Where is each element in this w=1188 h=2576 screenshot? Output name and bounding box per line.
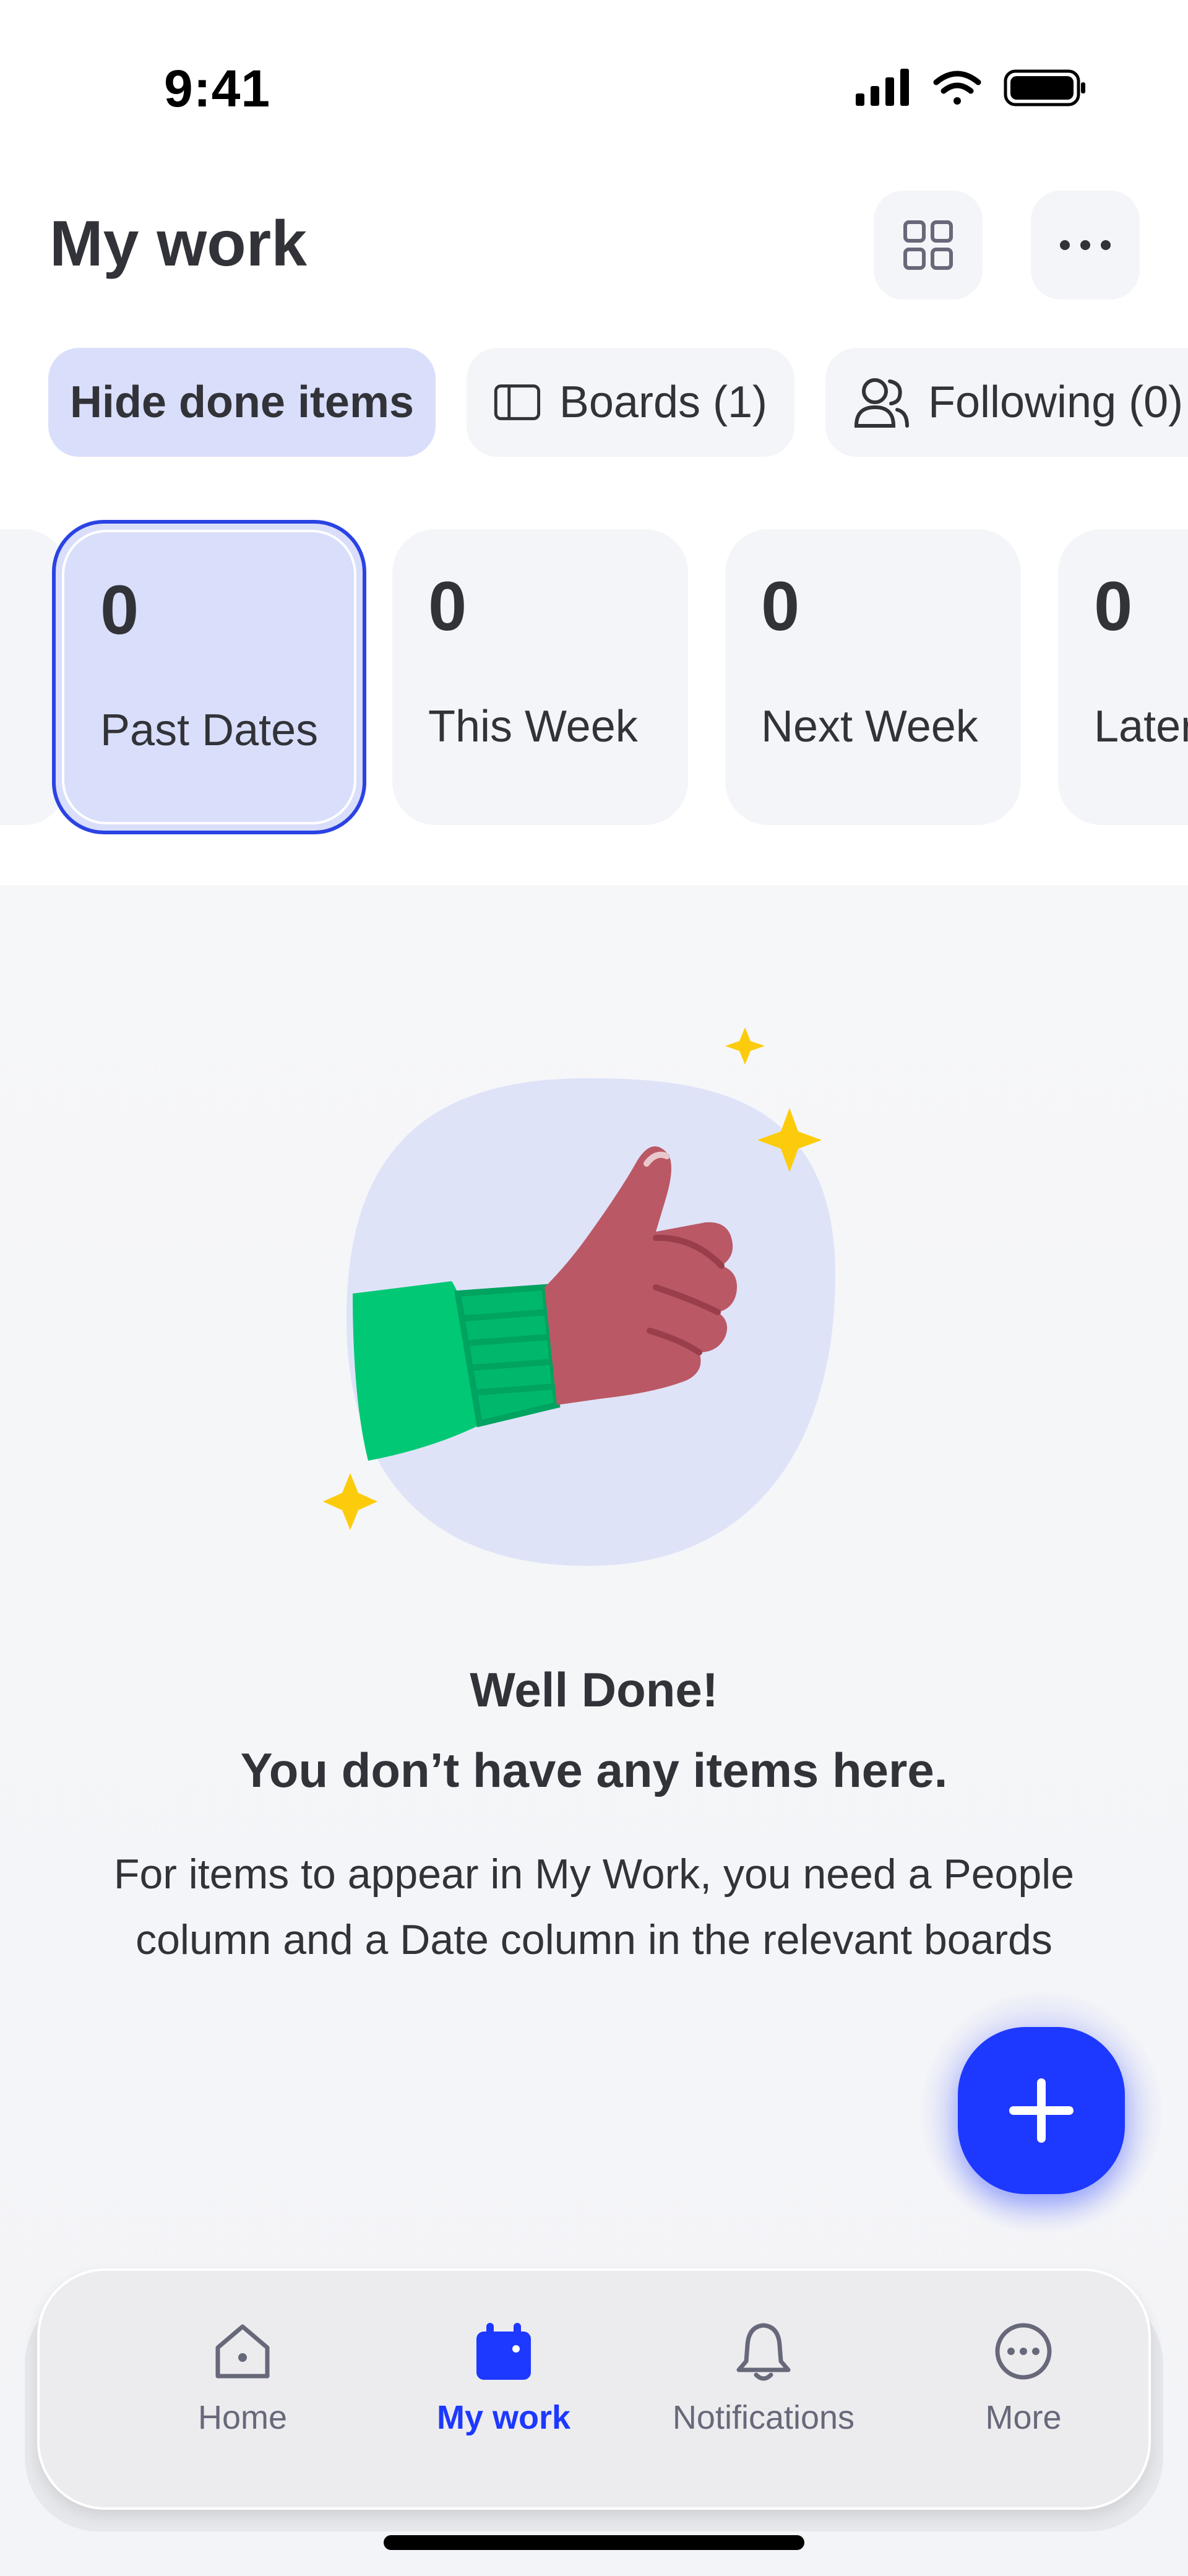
status-time: 9:41 [164,59,271,118]
bell-icon [736,2323,791,2381]
wifi-icon [933,71,981,105]
date-card-later[interactable]: 0 Later [1058,529,1188,825]
following-label: Following (0) [928,378,1184,427]
date-card-next-week[interactable]: 0 Next Week [725,529,1021,825]
date-card-label: Past Dates [100,706,319,755]
hide-done-items-chip[interactable]: Hide done items [48,348,436,457]
hide-done-items-label: Hide done items [69,378,415,427]
more-options-button[interactable] [1031,191,1140,300]
boards-label: Boards (1) [559,378,767,427]
nav-label: Notifications [672,2399,855,2436]
date-card-this-week[interactable]: 0 This Week [392,529,688,825]
home-indicator [384,2535,804,2550]
date-card-count: 0 [1094,568,1133,645]
more-options-icon [1060,240,1111,250]
people-icon [854,378,909,428]
signal-icon [856,69,909,106]
thumbs-up-illustration [323,1027,835,1566]
nav-item-my-work[interactable]: My work [392,2320,615,2437]
grid-view-icon [903,220,953,270]
nav-item-more[interactable]: More [912,2320,1135,2437]
bottom-nav: Home My work Notifications More [37,2268,1151,2510]
date-card-label: Later [1094,702,1188,751]
home-icon [215,2324,270,2379]
boards-chip[interactable]: Boards (1) [467,348,794,457]
nav-label: My work [436,2399,571,2436]
nav-item-notifications[interactable]: Notifications [652,2320,875,2437]
more-circle-icon [995,2323,1052,2380]
grid-view-button[interactable] [874,191,983,300]
nav-label: More [985,2399,1062,2436]
empty-state-title: Well Done! [470,1662,718,1717]
nav-label: Home [197,2399,288,2436]
date-card-past-dates[interactable]: 0 Past Dates [52,520,366,834]
date-card-count: 0 [761,568,800,645]
date-cards-carousel[interactable]: 0 Past Dates 0 This Week 0 Next Week 0 L… [0,508,1188,854]
date-card-label: Next Week [761,702,978,751]
date-card-label: This Week [428,702,638,751]
battery-icon [1004,69,1085,106]
empty-state-description: For items to appear in My Work, you need… [113,1851,1075,1963]
calendar-icon [476,2323,531,2380]
date-card-count: 0 [428,568,467,645]
following-chip[interactable]: Following (0) [825,348,1188,457]
boards-icon [494,384,541,420]
status-icons [856,69,1085,106]
empty-state-subtitle: You don’t have any items here. [240,1743,948,1797]
date-card-count: 0 [100,571,139,649]
plus-icon [1009,2078,1074,2143]
add-item-button[interactable] [958,2027,1125,2194]
nav-item-home[interactable]: Home [131,2320,354,2437]
page-title: My work [50,208,308,280]
